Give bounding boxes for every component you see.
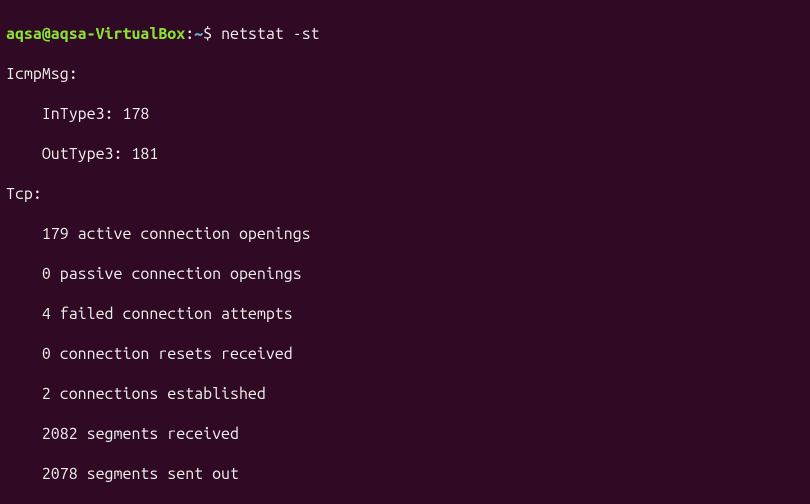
output-line: 0 passive connection openings [6, 264, 804, 284]
section-header-icmp: IcmpMsg: [6, 64, 804, 84]
command-text: netstat -st [221, 25, 320, 43]
output-line: 2078 segments sent out [6, 464, 804, 484]
output-line: 2 connections established [6, 384, 804, 404]
output-line: 2082 segments received [6, 424, 804, 444]
section-header-tcp: Tcp: [6, 184, 804, 204]
prompt-dollar: $ [203, 25, 221, 43]
prompt-path: ~ [194, 25, 203, 43]
output-line: 0 connection resets received [6, 344, 804, 364]
prompt-colon: : [185, 25, 194, 43]
output-line: InType3: 178 [6, 104, 804, 124]
prompt-user-host: aqsa@aqsa-VirtualBox [6, 25, 185, 43]
output-line: 4 failed connection attempts [6, 304, 804, 324]
prompt-line: aqsa@aqsa-VirtualBox:~$ netstat -st [6, 24, 804, 44]
output-line: OutType3: 181 [6, 144, 804, 164]
output-line: 179 active connection openings [6, 224, 804, 244]
terminal-output[interactable]: aqsa@aqsa-VirtualBox:~$ netstat -st Icmp… [0, 0, 810, 504]
